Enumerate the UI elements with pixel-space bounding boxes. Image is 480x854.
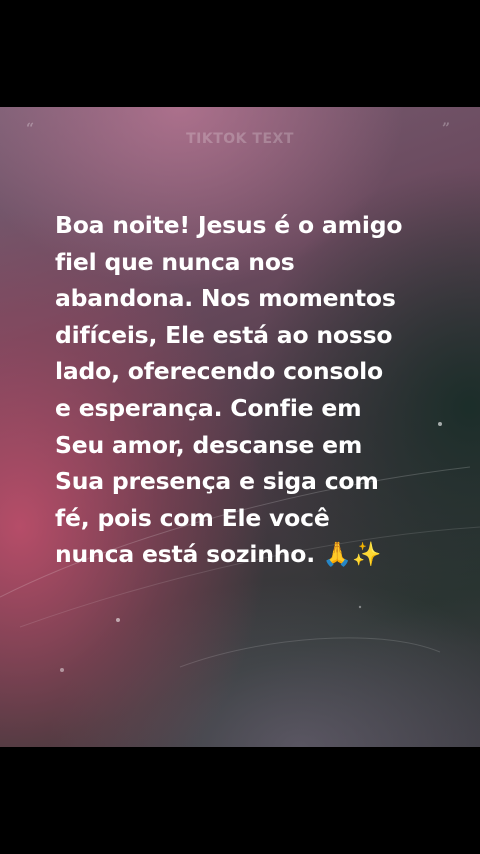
- card-header-label: TIKTOK TEXT: [186, 131, 294, 147]
- video-frame: “ ” TIKTOK TEXT Boa noite! Jesus é o ami…: [0, 0, 480, 854]
- message-text: Boa noite! Jesus é o amigo fiel que nunc…: [55, 211, 403, 569]
- text-card: “ ” TIKTOK TEXT Boa noite! Jesus é o ami…: [0, 107, 480, 747]
